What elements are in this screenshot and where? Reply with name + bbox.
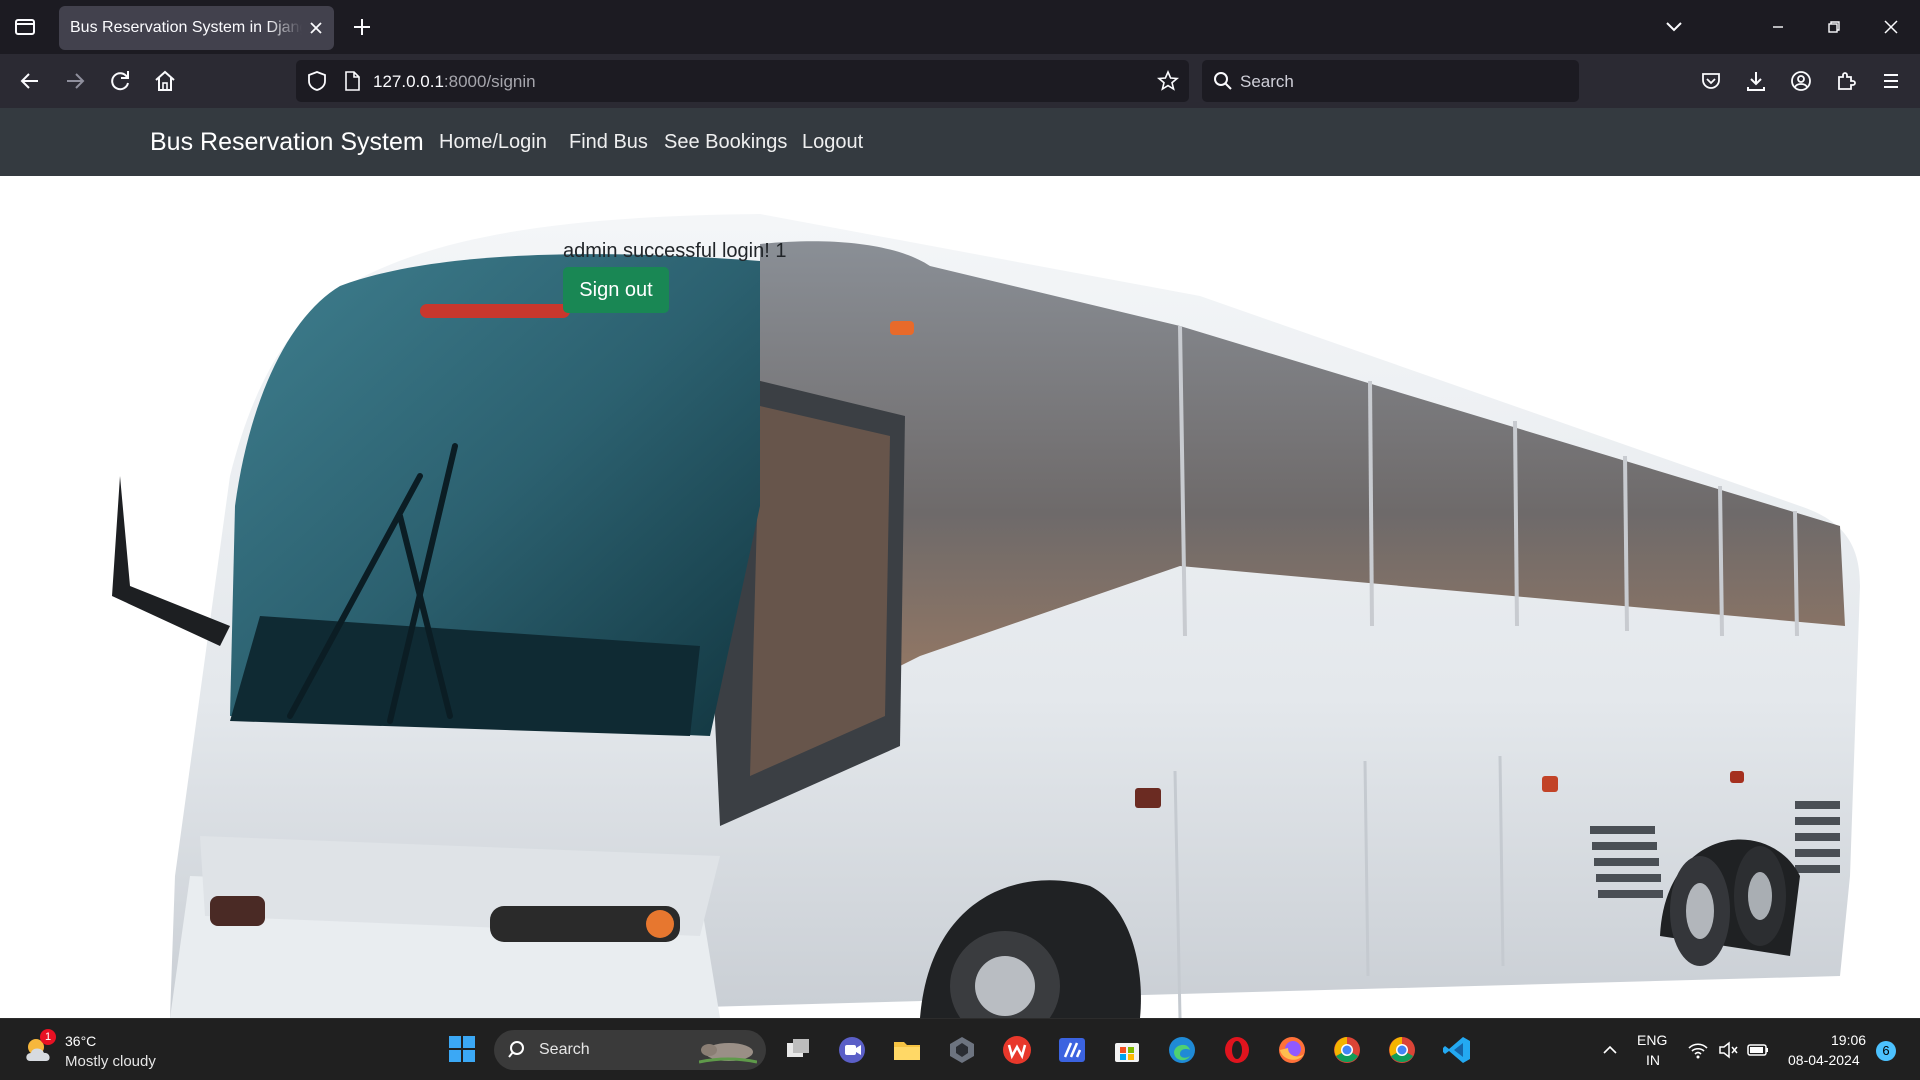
- url-host: 127.0.0.1: [373, 72, 444, 91]
- forward-icon[interactable]: [59, 65, 91, 97]
- bookmark-star-icon[interactable]: [1156, 69, 1180, 93]
- site-brand[interactable]: Bus Reservation System: [150, 128, 424, 157]
- address-bar[interactable]: 127.0.0.1:8000/signin: [296, 60, 1189, 102]
- windows-start-icon[interactable]: [446, 1033, 478, 1065]
- browser-toolbar: 127.0.0.1:8000/signin Search: [0, 54, 1920, 108]
- close-window-icon[interactable]: [1876, 12, 1906, 42]
- web-page: Bus Reservation System Home/Login Find B…: [0, 108, 1920, 1018]
- region-indicator[interactable]: IN: [1646, 1052, 1660, 1068]
- menu-icon[interactable]: [1875, 65, 1907, 97]
- bus-image: [112, 214, 1860, 1018]
- reload-icon[interactable]: [104, 65, 136, 97]
- search-icon: [1212, 70, 1234, 92]
- browser-tab-strip: Bus Reservation System in Django Project: [0, 0, 1920, 54]
- site-navbar: Bus Reservation System Home/Login Find B…: [0, 108, 1920, 176]
- search-placeholder: Search: [1240, 72, 1294, 91]
- wifi-icon[interactable]: [1687, 1039, 1709, 1061]
- app-icon[interactable]: [1056, 1034, 1088, 1066]
- back-icon[interactable]: [14, 65, 46, 97]
- browser-search-bar[interactable]: Search: [1202, 60, 1579, 102]
- chrome-icon[interactable]: [1386, 1034, 1418, 1066]
- new-tab-icon[interactable]: [348, 13, 376, 41]
- volume-muted-icon[interactable]: [1717, 1039, 1739, 1061]
- extensions-icon[interactable]: [1830, 65, 1862, 97]
- sign-out-button[interactable]: Sign out: [563, 267, 669, 313]
- nav-link-logout[interactable]: Logout: [802, 131, 863, 154]
- minimize-icon[interactable]: [1763, 12, 1793, 42]
- windows-taskbar: 1 36°C Mostly cloudy Search ENG IN 19:06…: [0, 1018, 1920, 1080]
- language-indicator[interactable]: ENG: [1637, 1032, 1667, 1048]
- app-icon[interactable]: [946, 1034, 978, 1066]
- weather-description[interactable]: Mostly cloudy: [65, 1053, 156, 1070]
- weather-icon[interactable]: 1: [22, 1029, 58, 1067]
- shield-icon[interactable]: [305, 69, 329, 93]
- firefox-icon[interactable]: [1276, 1034, 1308, 1066]
- login-success-message: admin successful login! 1: [563, 240, 787, 262]
- clock-date[interactable]: 08-04-2024: [1788, 1052, 1860, 1068]
- chrome-icon[interactable]: [1331, 1034, 1363, 1066]
- chevron-down-icon[interactable]: [1660, 13, 1688, 41]
- browser-tab[interactable]: Bus Reservation System in Django Project: [59, 6, 334, 50]
- search-icon: [508, 1040, 528, 1060]
- vscode-icon[interactable]: [1441, 1034, 1473, 1066]
- weather-alert-badge: 1: [40, 1029, 56, 1045]
- nav-link-see-bookings[interactable]: See Bookings: [664, 131, 787, 154]
- pocket-icon[interactable]: [1695, 65, 1727, 97]
- wps-icon[interactable]: [1001, 1034, 1033, 1066]
- page-icon[interactable]: [340, 69, 364, 93]
- downloads-icon[interactable]: [1740, 65, 1772, 97]
- battery-icon[interactable]: [1746, 1039, 1770, 1061]
- close-tab-icon[interactable]: [306, 18, 326, 38]
- chevron-up-icon[interactable]: [1599, 1039, 1621, 1061]
- weather-temperature[interactable]: 36°C: [65, 1033, 96, 1049]
- store-icon[interactable]: [1111, 1034, 1143, 1066]
- nav-link-home-login[interactable]: Home/Login: [439, 131, 547, 154]
- tab-title: Bus Reservation System in Django Project: [70, 19, 302, 36]
- opera-icon[interactable]: [1221, 1034, 1253, 1066]
- nav-link-find-bus[interactable]: Find Bus: [569, 131, 648, 154]
- home-icon[interactable]: [149, 65, 181, 97]
- meet-icon[interactable]: [836, 1034, 868, 1066]
- notification-badge[interactable]: 6: [1876, 1041, 1896, 1061]
- taskbar-search-label: Search: [539, 1041, 590, 1058]
- file-explorer-icon[interactable]: [891, 1034, 923, 1066]
- restore-icon[interactable]: [1819, 12, 1849, 42]
- search-highlight-icon: [698, 1038, 758, 1064]
- edge-icon[interactable]: [1166, 1034, 1198, 1066]
- url-text[interactable]: 127.0.0.1:8000/signin: [373, 72, 536, 92]
- tab-list-icon[interactable]: [10, 12, 40, 42]
- account-icon[interactable]: [1785, 65, 1817, 97]
- url-path: :8000/signin: [443, 72, 536, 91]
- taskbar-search-box[interactable]: Search: [494, 1030, 766, 1070]
- clock-time[interactable]: 19:06: [1831, 1032, 1866, 1048]
- task-view-icon[interactable]: [782, 1034, 814, 1066]
